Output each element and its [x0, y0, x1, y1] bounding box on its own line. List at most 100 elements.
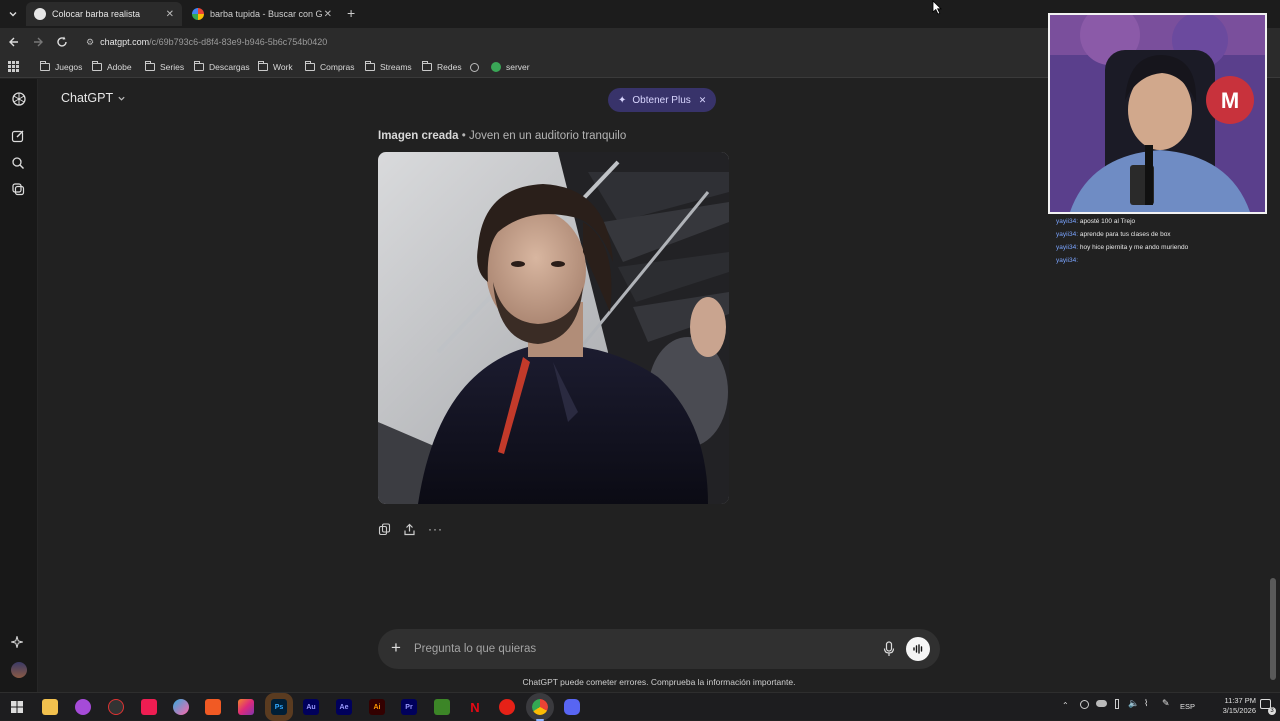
tab-title: Colocar barba realista	[52, 9, 141, 19]
audition-icon[interactable]: Au	[303, 699, 319, 715]
tab-barba-tupida[interactable]: barba tupida - Buscar con Goo ✕	[184, 2, 340, 26]
bookmark-redes[interactable]: Redes	[422, 60, 462, 74]
instagram-icon[interactable]	[238, 699, 254, 715]
app-label: Pr	[405, 703, 413, 711]
bookmark-compras[interactable]: Compras	[305, 60, 354, 74]
chat-text: aposté 100 al Trejo	[1079, 218, 1136, 225]
bookmark-adobe[interactable]: Adobe	[92, 60, 132, 74]
windows-start-icon[interactable]	[9, 699, 25, 715]
get-plus-button[interactable]: ✦ Obtener Plus ✕	[608, 88, 717, 112]
chrome-icon[interactable]	[526, 693, 554, 721]
bookmark-shortcut-icon[interactable]	[470, 60, 479, 74]
new-chat-icon[interactable]	[11, 129, 27, 145]
sidebar-rail	[0, 79, 38, 692]
image-caption-title: Imagen creada	[378, 130, 459, 142]
premiere-icon[interactable]: Pr	[401, 699, 417, 715]
clock[interactable]: 11:37 PM 3/15/2026	[1206, 696, 1256, 716]
voice-waveform-icon	[913, 644, 923, 654]
copy-icon[interactable]	[378, 523, 391, 536]
url-host: chatgpt.com	[100, 37, 150, 47]
onedrive-cloud-icon[interactable]	[1096, 700, 1107, 707]
chat-message: yayii34: hoy hice piernita y me ando mur…	[1056, 241, 1276, 254]
photoshop-icon[interactable]: Ps	[265, 693, 293, 721]
youtube-music-icon[interactable]	[499, 699, 515, 715]
site-info-icon[interactable]: ⚙	[86, 37, 94, 48]
tab-search-chevron-icon[interactable]	[7, 8, 19, 20]
generated-image[interactable]	[378, 152, 729, 504]
new-tab-icon[interactable]: +	[347, 5, 355, 21]
voice-mode-button[interactable]	[906, 637, 930, 661]
prompt-input[interactable]	[414, 639, 854, 659]
illustrator-icon[interactable]: Ai	[369, 699, 385, 715]
discord-icon[interactable]	[564, 699, 580, 715]
bookmark-label: Compras	[320, 62, 355, 72]
app-camera-icon[interactable]	[75, 699, 91, 715]
address-bar[interactable]: ⚙ chatgpt.com /c/69b793c6-d8f4-83e9-b946…	[80, 32, 1060, 52]
tiktok-icon[interactable]	[141, 699, 157, 715]
server-favicon-icon	[491, 62, 501, 72]
stream-chat: yayii34: aposté 100 al Trejo yayii34: ap…	[1056, 215, 1276, 267]
get-plus-label: Obtener Plus	[632, 94, 691, 106]
svg-text:M: M	[1221, 88, 1239, 113]
upgrade-sparkle-icon[interactable]	[11, 636, 27, 652]
close-tab-icon[interactable]: ✕	[166, 9, 174, 20]
bookmark-descargas[interactable]: Descargas	[194, 60, 250, 74]
microphone-icon[interactable]	[883, 641, 895, 657]
bookmark-streams[interactable]: Streams	[365, 60, 412, 74]
library-icon[interactable]	[11, 182, 27, 198]
bookmark-label: Adobe	[107, 62, 132, 72]
share-icon[interactable]	[403, 523, 416, 536]
chatgpt-favicon-icon	[34, 8, 46, 20]
reload-icon[interactable]	[56, 36, 68, 48]
bookmark-label: Work	[273, 62, 293, 72]
network-icon[interactable]: ⌇	[1144, 698, 1148, 709]
chat-username: yayii34:	[1056, 231, 1079, 238]
copilot-icon[interactable]	[173, 699, 189, 715]
folder-icon	[258, 61, 268, 71]
chat-username: yayii34:	[1056, 257, 1079, 264]
apps-grid-icon[interactable]	[8, 61, 19, 72]
tray-chevron-up-icon[interactable]: ⌃	[1062, 701, 1069, 710]
pen-icon[interactable]: ✎	[1162, 698, 1170, 709]
search-icon[interactable]	[11, 156, 27, 172]
app-label: Ae	[339, 703, 349, 711]
tab-colocar-barba[interactable]: Colocar barba realista ✕	[26, 2, 182, 26]
dismiss-plus-icon[interactable]: ✕	[699, 95, 707, 106]
user-avatar[interactable]	[11, 662, 27, 678]
minecraft-icon[interactable]	[434, 699, 450, 715]
usb-icon[interactable]	[1115, 699, 1119, 709]
volume-icon[interactable]: 🔈	[1128, 698, 1139, 709]
back-arrow-icon[interactable]	[8, 36, 20, 48]
after-effects-icon[interactable]: Ae	[336, 699, 352, 715]
file-explorer-icon[interactable]	[42, 699, 58, 715]
add-attachment-icon[interactable]: +	[391, 638, 401, 658]
bookmark-server[interactable]: server	[491, 60, 530, 74]
image-caption-description: • Joven en un auditorio tranquilo	[458, 130, 627, 142]
folder-icon	[365, 61, 375, 71]
netflix-icon[interactable]: N	[467, 699, 483, 715]
bookmark-juegos[interactable]: Juegos	[40, 60, 82, 74]
page-scrollbar[interactable]	[1270, 578, 1276, 680]
prompt-composer: +	[378, 629, 940, 669]
bookmark-label: Descargas	[209, 62, 250, 72]
obs-icon[interactable]	[108, 699, 124, 715]
folder-icon	[145, 61, 155, 71]
chat-username: yayii34:	[1056, 244, 1079, 251]
folder-icon	[422, 61, 432, 71]
webcam-overlay: M	[1048, 13, 1267, 214]
tray-app-icon[interactable]	[1080, 700, 1089, 709]
bookmark-series[interactable]: Series	[145, 60, 184, 74]
folder-icon	[194, 61, 204, 71]
brave-icon[interactable]	[205, 699, 221, 715]
language-indicator[interactable]: ESP	[1180, 702, 1195, 711]
close-tab-icon[interactable]: ✕	[324, 9, 332, 20]
chevron-down-icon	[118, 96, 125, 101]
more-options-icon[interactable]: ···	[428, 523, 443, 536]
clock-date: 3/15/2026	[1222, 706, 1256, 715]
app-label: Au	[306, 703, 316, 711]
message-actions: ···	[378, 523, 443, 536]
bookmark-work[interactable]: Work	[258, 60, 293, 74]
model-selector[interactable]: ChatGPT	[61, 91, 126, 105]
openai-logo-icon[interactable]	[11, 91, 27, 107]
forward-arrow-icon[interactable]	[32, 36, 44, 48]
